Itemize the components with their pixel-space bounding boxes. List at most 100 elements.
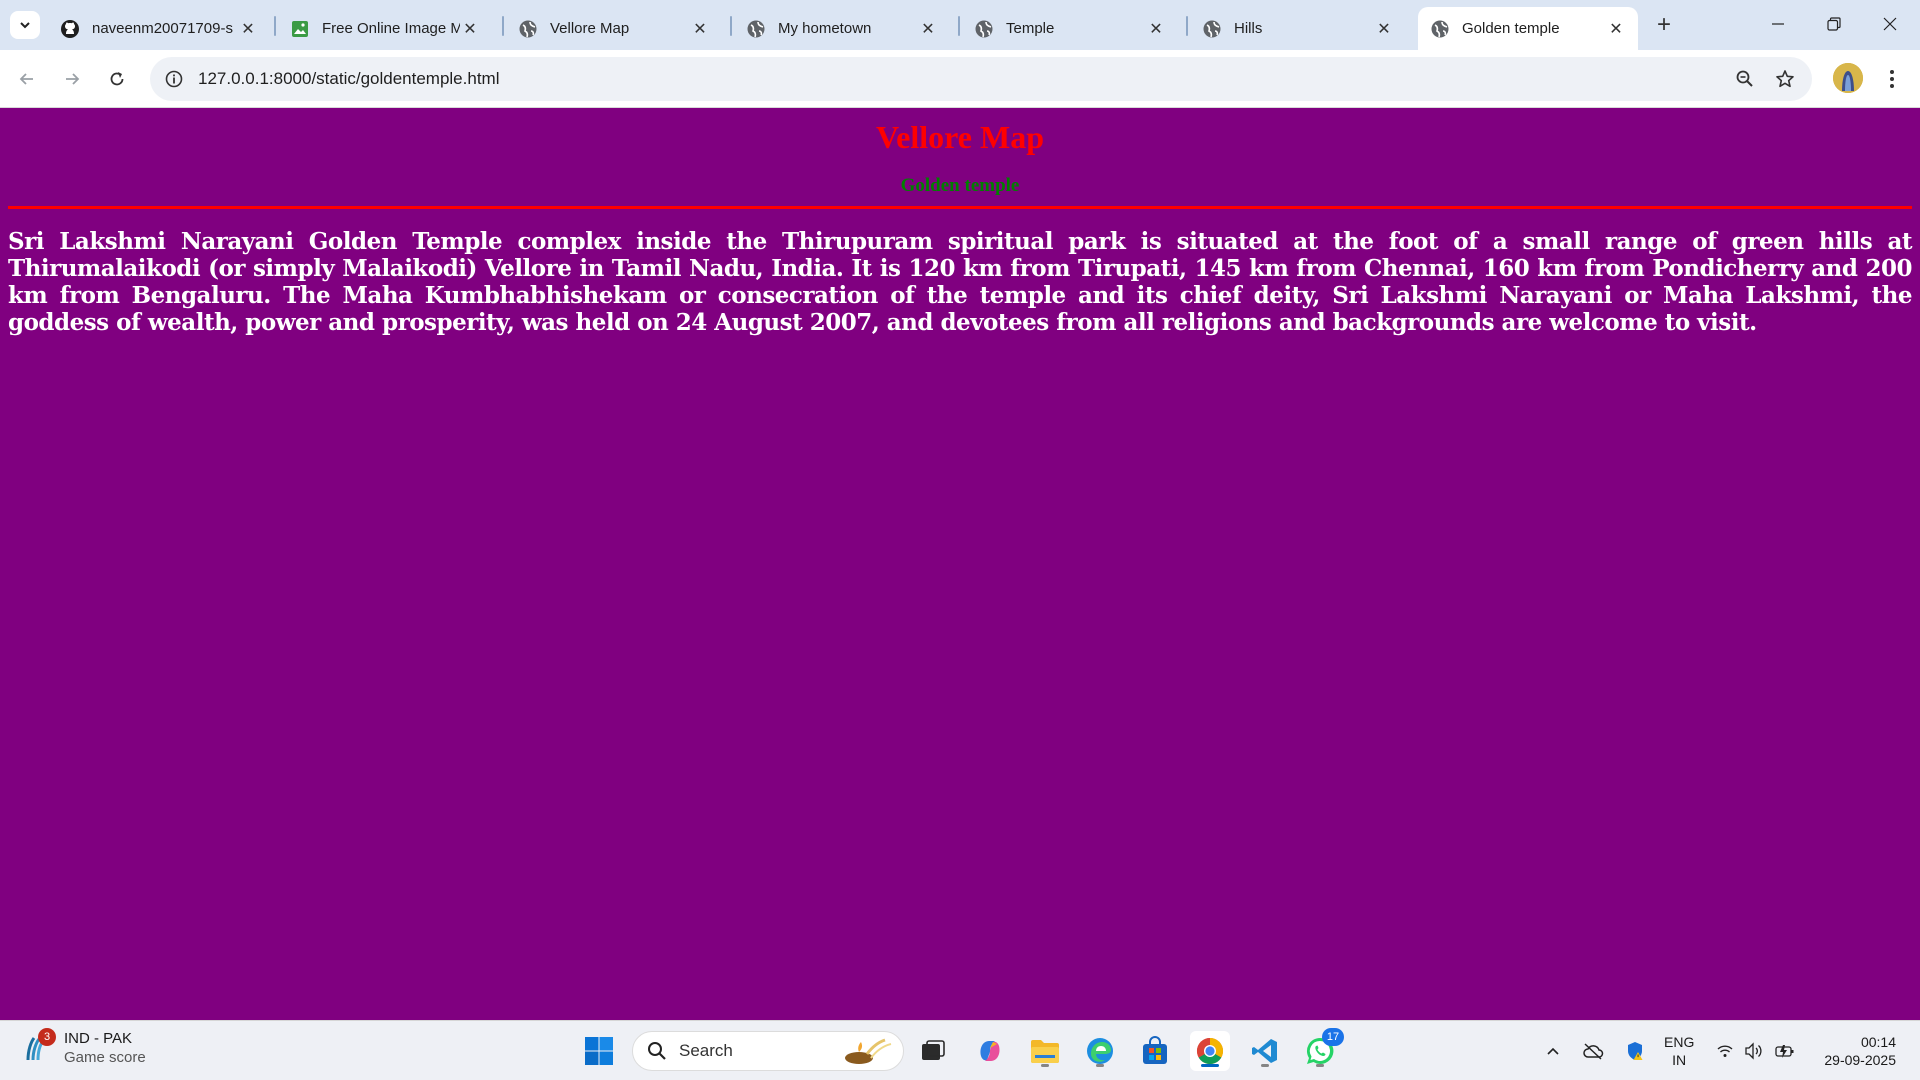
file-explorer-button[interactable]	[1025, 1031, 1065, 1071]
lang-code: ENG	[1664, 1034, 1695, 1050]
close-icon	[1883, 17, 1897, 31]
restore-icon	[1827, 17, 1841, 31]
tab-github[interactable]: naveenm20071709-s ✕	[48, 7, 270, 50]
copilot-button[interactable]	[970, 1031, 1010, 1071]
globe-icon	[746, 19, 766, 39]
globe-icon	[1202, 19, 1222, 39]
show-hidden-icons-button[interactable]	[1540, 1031, 1566, 1071]
tab-golden-temple[interactable]: Golden temple ✕	[1418, 7, 1638, 50]
tab-title: Vellore Map	[550, 20, 630, 37]
minimize-button[interactable]	[1750, 0, 1806, 48]
close-icon[interactable]: ✕	[460, 19, 480, 39]
quick-settings-button[interactable]	[1714, 1031, 1798, 1071]
forward-button[interactable]	[56, 63, 88, 95]
tab-title: My hometown	[778, 20, 872, 37]
tab-separator	[958, 16, 960, 36]
address-bar[interactable]: 127.0.0.1:8000/static/goldentemple.html	[150, 57, 1812, 101]
task-view-button[interactable]	[913, 1031, 953, 1071]
notification-badge: 3	[38, 1028, 56, 1046]
horizontal-rule	[8, 206, 1912, 209]
onedrive-button[interactable]	[1578, 1031, 1608, 1071]
tab-strip: naveenm20071709-s ✕ Free Online Image M …	[0, 0, 1920, 50]
star-icon	[1776, 70, 1794, 88]
restore-button[interactable]	[1806, 0, 1862, 48]
whatsapp-button[interactable]: 17	[1300, 1028, 1344, 1071]
tab-separator	[730, 16, 732, 36]
close-icon[interactable]: ✕	[1374, 19, 1394, 39]
active-indicator	[1201, 1064, 1219, 1067]
battery-charging-icon	[1775, 1045, 1794, 1058]
tab-image-tool[interactable]: Free Online Image M ✕	[278, 7, 492, 50]
globe-icon	[1430, 19, 1450, 39]
globe-icon	[518, 19, 538, 39]
task-view-icon	[922, 1040, 945, 1060]
chrome-button[interactable]	[1190, 1031, 1230, 1071]
close-icon[interactable]: ✕	[238, 19, 258, 39]
system-clock[interactable]: 00:14 29-09-2025	[1812, 1033, 1896, 1069]
close-icon[interactable]: ✕	[918, 19, 938, 39]
tab-title: Golden temple	[1462, 20, 1560, 37]
running-indicator	[1316, 1064, 1324, 1067]
tab-separator	[1186, 16, 1188, 36]
diya-lamp-icon	[845, 1038, 892, 1064]
folder-icon	[1031, 1040, 1059, 1063]
arrow-left-icon	[19, 73, 33, 85]
back-button[interactable]	[11, 63, 43, 95]
clock-date: 29-09-2025	[1824, 1052, 1896, 1068]
temple-description: Sri Lakshmi Narayani Golden Temple compl…	[8, 228, 1913, 336]
page-heading: Vellore Map	[876, 119, 1044, 155]
profile-avatar[interactable]	[1833, 63, 1863, 93]
clock-time: 00:14	[1860, 1034, 1896, 1050]
vscode-button[interactable]	[1245, 1031, 1285, 1071]
search-icon	[648, 1042, 666, 1060]
close-icon[interactable]: ✕	[690, 19, 710, 39]
widget-title: IND - PAK	[64, 1030, 133, 1047]
widget-subtitle: Game score	[64, 1049, 146, 1066]
github-icon	[60, 19, 80, 39]
reload-button[interactable]	[101, 63, 133, 95]
running-indicator	[1261, 1064, 1269, 1067]
tab-search-button[interactable]	[10, 11, 40, 39]
zoom-button[interactable]	[1728, 62, 1762, 96]
taskbar: 3 IND - PAK Game score Search 17 ENG IN …	[0, 1020, 1920, 1080]
cricket-icon: 3	[22, 1028, 56, 1064]
close-icon[interactable]: ✕	[1606, 19, 1626, 39]
chrome-icon	[1196, 1037, 1224, 1065]
tab-separator	[274, 16, 276, 36]
input-language-indicator[interactable]: ENG IN	[1664, 1033, 1694, 1069]
tab-title: Free Online Image M	[322, 20, 460, 37]
tab-separator	[502, 16, 504, 36]
windows-logo-icon	[585, 1037, 613, 1065]
security-button[interactable]	[1620, 1031, 1650, 1071]
tab-hills[interactable]: Hills ✕	[1190, 7, 1406, 50]
news-widget[interactable]: 3 IND - PAK Game score	[22, 1028, 146, 1067]
bookmark-button[interactable]	[1768, 62, 1802, 96]
site-info-icon[interactable]	[162, 67, 186, 91]
store-button[interactable]	[1135, 1031, 1175, 1071]
new-tab-button[interactable]: +	[1650, 11, 1678, 39]
browser-toolbar: 127.0.0.1:8000/static/goldentemple.html	[0, 50, 1920, 108]
close-icon[interactable]: ✕	[1146, 19, 1166, 39]
running-indicator	[1096, 1064, 1104, 1067]
vscode-icon	[1252, 1039, 1277, 1063]
tab-my-hometown[interactable]: My hometown ✕	[734, 7, 950, 50]
volume-icon	[1745, 1042, 1762, 1060]
image-icon	[290, 19, 310, 39]
start-button[interactable]	[579, 1031, 619, 1071]
close-window-button[interactable]	[1862, 0, 1918, 48]
edge-button[interactable]	[1080, 1031, 1120, 1071]
shield-warning-icon	[1628, 1042, 1643, 1060]
browser-menu-button[interactable]	[1880, 63, 1904, 95]
tab-title: Temple	[1006, 20, 1055, 37]
url-text[interactable]: 127.0.0.1:8000/static/goldentemple.html	[198, 69, 499, 89]
edge-icon	[1087, 1038, 1113, 1064]
running-indicator	[1041, 1064, 1049, 1067]
zoom-out-icon	[1736, 70, 1753, 87]
taskbar-search[interactable]: Search	[632, 1031, 904, 1071]
arrow-right-icon	[66, 73, 80, 85]
copilot-icon	[980, 1041, 1000, 1061]
wifi-icon	[1717, 1045, 1733, 1057]
tab-temple[interactable]: Temple ✕	[962, 7, 1178, 50]
tab-vellore-map[interactable]: Vellore Map ✕	[506, 7, 722, 50]
store-icon	[1143, 1036, 1167, 1064]
